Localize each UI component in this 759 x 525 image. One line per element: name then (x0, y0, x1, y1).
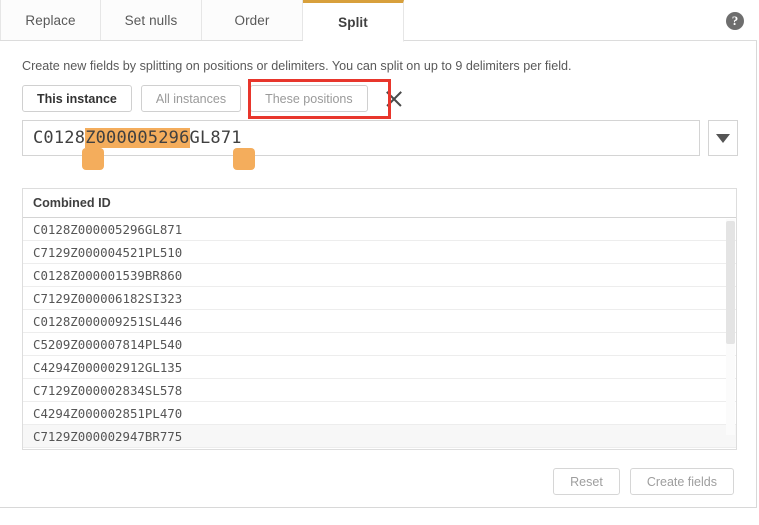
this-instance-button[interactable]: This instance (22, 85, 132, 112)
cell-combined-id: C7129Z000004521PL510 (33, 244, 183, 260)
table-row[interactable]: C7129Z000004521PL510 (23, 241, 736, 264)
cell-combined-id: C7129Z000006182SI323 (33, 290, 183, 306)
table-row[interactable]: C7129Z000002834SL578 (23, 379, 736, 402)
table-row[interactable]: C5209Z000007814PL540 (23, 333, 736, 356)
cell-combined-id: C0128Z000001539BR860 (33, 267, 183, 283)
close-icon[interactable] (383, 88, 405, 110)
tab-order[interactable]: Order (202, 0, 303, 40)
tab-set-nulls[interactable]: Set nulls (101, 0, 202, 40)
tab-replace[interactable]: Replace (0, 0, 101, 40)
help-icon[interactable]: ? (726, 12, 744, 30)
tab-split-label: Split (338, 14, 368, 30)
cell-combined-id: C7129Z000002834SL578 (33, 382, 183, 398)
cell-combined-id: C5209Z000007814PL540 (33, 336, 183, 352)
preview-table: Combined ID C0128Z000005296GL871 C7129Z0… (22, 188, 737, 450)
cell-combined-id: C0128Z000009251SL446 (33, 313, 183, 329)
help-icon-glyph: ? (731, 13, 739, 28)
table-row[interactable]: C7129Z000002947BR775 (23, 425, 736, 448)
reset-button-label: Reset (570, 474, 603, 489)
table-row[interactable]: C0128Z000005296GL871 (23, 218, 736, 241)
these-positions-label: These positions (265, 91, 353, 106)
all-instances-button[interactable]: All instances (140, 85, 242, 112)
cell-combined-id: C4294Z000002851PL470 (33, 405, 183, 421)
split-handle-left[interactable] (82, 148, 104, 170)
value-suffix: GL871 (189, 128, 242, 148)
these-positions-button[interactable]: These positions (250, 85, 368, 112)
table-row[interactable]: C7129Z000006182SI323 (23, 287, 736, 310)
split-value-input[interactable]: C0128 Z000005296 GL871 (22, 120, 700, 156)
table-header-row: Combined ID (23, 189, 736, 218)
split-panel: Replace Set nulls Order Split ? Create n… (0, 0, 757, 508)
tab-bar-spacer (404, 0, 757, 40)
tab-bar: Replace Set nulls Order Split (0, 0, 757, 42)
split-handle-right[interactable] (233, 148, 255, 170)
value-highlight-segment: Z000005296 (85, 128, 190, 148)
table-row[interactable]: C4294Z000002912GL135 (23, 356, 736, 379)
table-row[interactable]: C4294Z000002851PL470 (23, 402, 736, 425)
instance-button-group: This instance All instances These positi… (22, 85, 405, 112)
table-row[interactable]: C0128Z000001539BR860 (23, 264, 736, 287)
table-scrollbar-thumb[interactable] (726, 221, 735, 344)
tab-split[interactable]: Split (303, 0, 404, 42)
tab-set-nulls-label: Set nulls (124, 12, 178, 28)
reset-button[interactable]: Reset (553, 468, 620, 495)
panel-description: Create new fields by splitting on positi… (22, 59, 572, 73)
value-dropdown-button[interactable] (708, 120, 738, 156)
this-instance-label: This instance (37, 91, 117, 106)
cell-combined-id: C4294Z000002912GL135 (33, 359, 183, 375)
column-header-combined-id: Combined ID (33, 196, 111, 210)
chevron-down-icon (716, 133, 730, 143)
table-row[interactable]: C0128Z000009251SL446 (23, 310, 736, 333)
footer-actions: Reset Create fields (543, 468, 734, 495)
cell-combined-id: C0128Z000005296GL871 (33, 221, 183, 237)
split-value-row: C0128 Z000005296 GL871 (22, 120, 738, 170)
tab-replace-label: Replace (25, 12, 76, 28)
tab-order-label: Order (234, 12, 270, 28)
all-instances-label: All instances (155, 91, 227, 106)
value-prefix: C0128 (33, 128, 86, 148)
create-fields-button-label: Create fields (646, 474, 717, 489)
cell-combined-id: C7129Z000002947BR775 (33, 428, 183, 444)
create-fields-button[interactable]: Create fields (629, 468, 734, 495)
